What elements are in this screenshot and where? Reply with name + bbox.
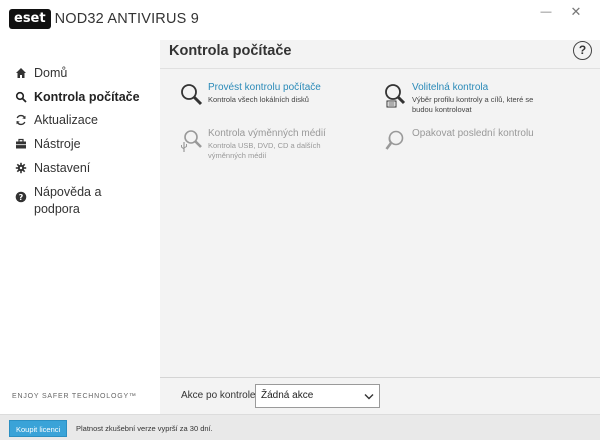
eset-logo: eset [9,9,51,29]
close-button[interactable]: ✕ [564,2,588,22]
sidebar-item-tools[interactable]: Nástroje [0,136,160,152]
tile-desc: Výběr profilu kontroly a cílů, které se … [412,95,534,114]
sidebar-item-help-support[interactable]: ? Nápověda a podpora [0,184,160,218]
svg-text:?: ? [19,193,24,202]
status-bar: Koupit licenci Platnost zkušební verze v… [0,414,600,440]
chevron-down-icon [364,388,374,400]
trial-status-text: Platnost zkušební verze vyprší za 30 dní… [76,424,213,433]
tagline: ENJOY SAFER TECHNOLOGY™ [12,393,137,400]
gear-icon [14,161,28,175]
removable-media-scan-tile[interactable]: Kontrola výměnných médií Kontrola USB, D… [179,128,349,161]
help-button[interactable]: ? [573,41,592,60]
main-panel: Kontrola počítače ? Provést kontrolu poč… [160,40,600,414]
tile-desc: Kontrola všech lokálních disků [208,95,309,104]
tile-title: Provést kontrolu počítače [208,82,321,93]
sidebar-item-label: Nápověda a podpora [34,185,102,216]
usb-scan-icon [179,128,205,154]
scan-options: Provést kontrolu počítače Kontrola všech… [160,68,600,378]
post-scan-action-value: Žádná akce [261,390,314,401]
tile-text: Volitelná kontrola Výběr profilu kontrol… [412,82,553,115]
sidebar-item-home[interactable]: Domů [0,65,160,81]
sidebar-item-update[interactable]: Aktualizace [0,112,160,128]
sidebar-item-label: Nástroje [34,137,81,151]
minimize-button[interactable]: — [534,2,558,22]
custom-scan-tile[interactable]: Volitelná kontrola Výběr profilu kontrol… [383,82,553,115]
post-scan-action-bar: Akce po kontrole Žádná akce [160,377,600,414]
sidebar-item-label: Nastavení [34,161,91,175]
repeat-last-scan-tile[interactable]: Opakovat poslední kontrolu [383,128,573,154]
main-header: Kontrola počítače ? [160,40,600,68]
scan-computer-tile[interactable]: Provést kontrolu počítače Kontrola všech… [179,82,349,108]
tile-text: Opakovat poslední kontrolu [412,128,534,141]
tile-title: Kontrola výměnných médií [208,128,326,139]
briefcase-icon [14,137,28,151]
app-title: NOD32 ANTIVIRUS 9 [54,11,200,27]
tile-text: Kontrola výměnných médií Kontrola USB, D… [208,128,338,161]
app-logo: eset NOD32 ANTIVIRUS 9 [9,9,199,29]
sidebar-item-settings[interactable]: Nastavení [0,160,160,176]
refresh-icon [14,113,28,127]
sidebar-item-label: Domů [34,66,68,80]
tile-title: Volitelná kontrola [412,82,489,93]
home-icon [14,66,28,80]
sidebar: Domů Kontrola počítače Aktualizace Nástr… [0,40,160,414]
sidebar-item-computer-scan[interactable]: Kontrola počítače [0,89,160,105]
post-scan-action-select[interactable]: Žádná akce [255,384,380,408]
buy-license-button[interactable]: Koupit licenci [9,420,68,437]
page-title: Kontrola počítače [169,43,292,59]
search-icon [14,90,28,104]
post-scan-action-label: Akce po kontrole [181,390,256,401]
title-bar: eset NOD32 ANTIVIRUS 9 — ✕ [0,0,600,40]
tile-title: Opakovat poslední kontrolu [412,128,534,139]
tile-desc: Kontrola USB, DVD, CD a dalších výměnnýc… [208,141,321,160]
help-icon: ? [14,190,28,204]
magnifier-icon [179,82,205,108]
tile-text: Provést kontrolu počítače Kontrola všech… [208,82,321,105]
sidebar-item-label: Kontrola počítače [34,90,140,104]
custom-scan-icon [383,82,409,108]
sidebar-item-label: Aktualizace [34,113,98,127]
repeat-scan-icon [383,128,409,154]
